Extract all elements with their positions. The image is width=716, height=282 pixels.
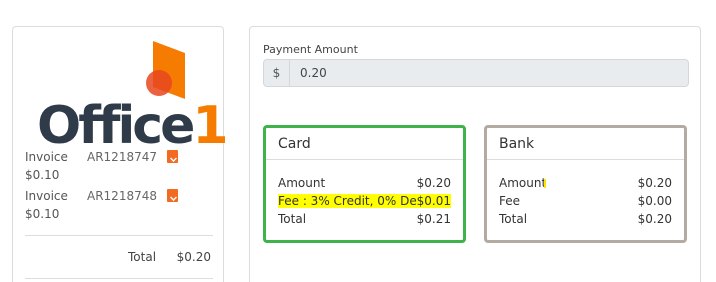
invoice-summary-panel: Office1 Invoice AR1218747 $0.10 Invoice … [12, 26, 229, 282]
amount-label: Amount [499, 176, 547, 190]
currency-addon: $ [264, 60, 290, 86]
fee-label: Fee [499, 194, 521, 208]
pdf-download-icon[interactable] [167, 150, 178, 163]
office1-logo: Office1 [25, 39, 229, 152]
total-label: Total [499, 212, 528, 226]
payment-amount-field[interactable]: $ 0.20 [263, 59, 689, 87]
card-fee-row: Fee : 3% Credit, 0% Debit $0.01 [278, 194, 451, 210]
amount-label: Amount [278, 176, 326, 190]
bank-amount-row: Amount $0.20 [499, 176, 672, 192]
invoice-amount: $0.10 [25, 168, 60, 182]
payment-amount-value: 0.20 [300, 66, 327, 80]
card-option-title: Card [266, 128, 463, 160]
amount-value: $0.20 [637, 176, 672, 190]
total-label: Total [128, 250, 157, 264]
bank-payment-option[interactable]: Bank Amount $0.20 Fee $0.00 Total $0.20 [484, 125, 687, 243]
divider [25, 278, 213, 279]
text-cursor-marker [544, 179, 546, 188]
invoice-label: Invoice [25, 189, 68, 203]
fee-label: Fee : 3% Credit, 0% Debit [278, 194, 433, 208]
amount-value: $0.20 [416, 176, 451, 190]
logo-wordmark: Office1 [37, 96, 229, 156]
fee-value: $0.01 [416, 194, 451, 208]
total-label: Total [278, 212, 307, 226]
total-value: $0.21 [416, 212, 451, 226]
payment-panel: Payment Amount $ 0.20 Card Amount $0.20 … [249, 26, 701, 282]
bank-total-row: Total $0.20 [499, 212, 672, 228]
invoice-number-link[interactable]: AR1218748 [87, 189, 157, 203]
pdf-download-icon[interactable] [167, 189, 178, 202]
fee-value: $0.00 [637, 194, 672, 208]
card-amount-row: Amount $0.20 [278, 176, 451, 192]
bank-fee-row: Fee $0.00 [499, 194, 672, 210]
invoice-amount: $0.10 [25, 207, 60, 221]
total-value: $0.20 [176, 250, 211, 264]
invoice-label: Invoice [25, 150, 68, 164]
total-value: $0.20 [637, 212, 672, 226]
divider [25, 235, 213, 236]
invoice-number-link[interactable]: AR1218747 [87, 150, 157, 164]
card-total-row: Total $0.21 [278, 212, 451, 228]
bank-option-title: Bank [487, 128, 684, 160]
payment-amount-label: Payment Amount [263, 43, 358, 56]
card-payment-option[interactable]: Card Amount $0.20 Fee : 3% Credit, 0% De… [263, 125, 466, 243]
